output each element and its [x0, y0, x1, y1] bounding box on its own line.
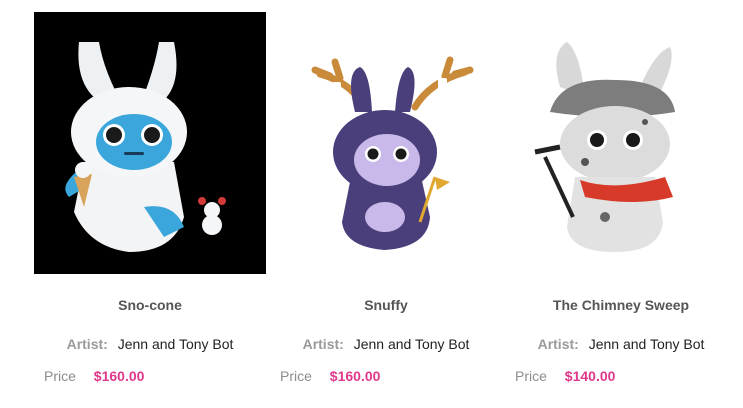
price-value: $160.00	[93, 368, 145, 384]
artist-row: Artist: Jenn and Tony Bot	[270, 336, 502, 352]
product-card-sno-cone[interactable]: Sno-cone Artist: Jenn and Tony Bot Price…	[34, 12, 266, 402]
artist-label: Artist:	[537, 336, 579, 352]
snuffy-figure-image	[270, 12, 502, 274]
price-label: Price	[44, 368, 76, 384]
price-label: Price	[515, 368, 547, 384]
product-title[interactable]: Sno-cone	[34, 297, 266, 313]
price-row: Price $140.00	[515, 368, 735, 384]
product-image[interactable]	[505, 12, 737, 274]
product-title[interactable]: The Chimney Sweep	[505, 297, 737, 313]
product-image[interactable]	[34, 12, 266, 274]
price-label: Price	[280, 368, 312, 384]
artist-name: Jenn and Tony Bot	[353, 336, 470, 352]
price-value: $140.00	[564, 368, 616, 384]
chimney-sweep-figure-image	[505, 12, 737, 274]
artist-name: Jenn and Tony Bot	[117, 336, 234, 352]
artist-name: Jenn and Tony Bot	[588, 336, 705, 352]
price-row: Price $160.00	[280, 368, 500, 384]
sno-cone-figure-image	[34, 12, 266, 274]
artist-label: Artist:	[66, 336, 108, 352]
artist-row: Artist: Jenn and Tony Bot	[34, 336, 266, 352]
artist-row: Artist: Jenn and Tony Bot	[505, 336, 737, 352]
price-row: Price $160.00	[44, 368, 264, 384]
artist-label: Artist:	[302, 336, 344, 352]
product-image[interactable]	[270, 12, 502, 274]
price-value: $160.00	[329, 368, 381, 384]
product-title[interactable]: Snuffy	[270, 297, 502, 313]
product-card-chimney-sweep[interactable]: The Chimney Sweep Artist: Jenn and Tony …	[505, 12, 737, 402]
product-card-snuffy[interactable]: Snuffy Artist: Jenn and Tony Bot Price $…	[270, 12, 502, 402]
